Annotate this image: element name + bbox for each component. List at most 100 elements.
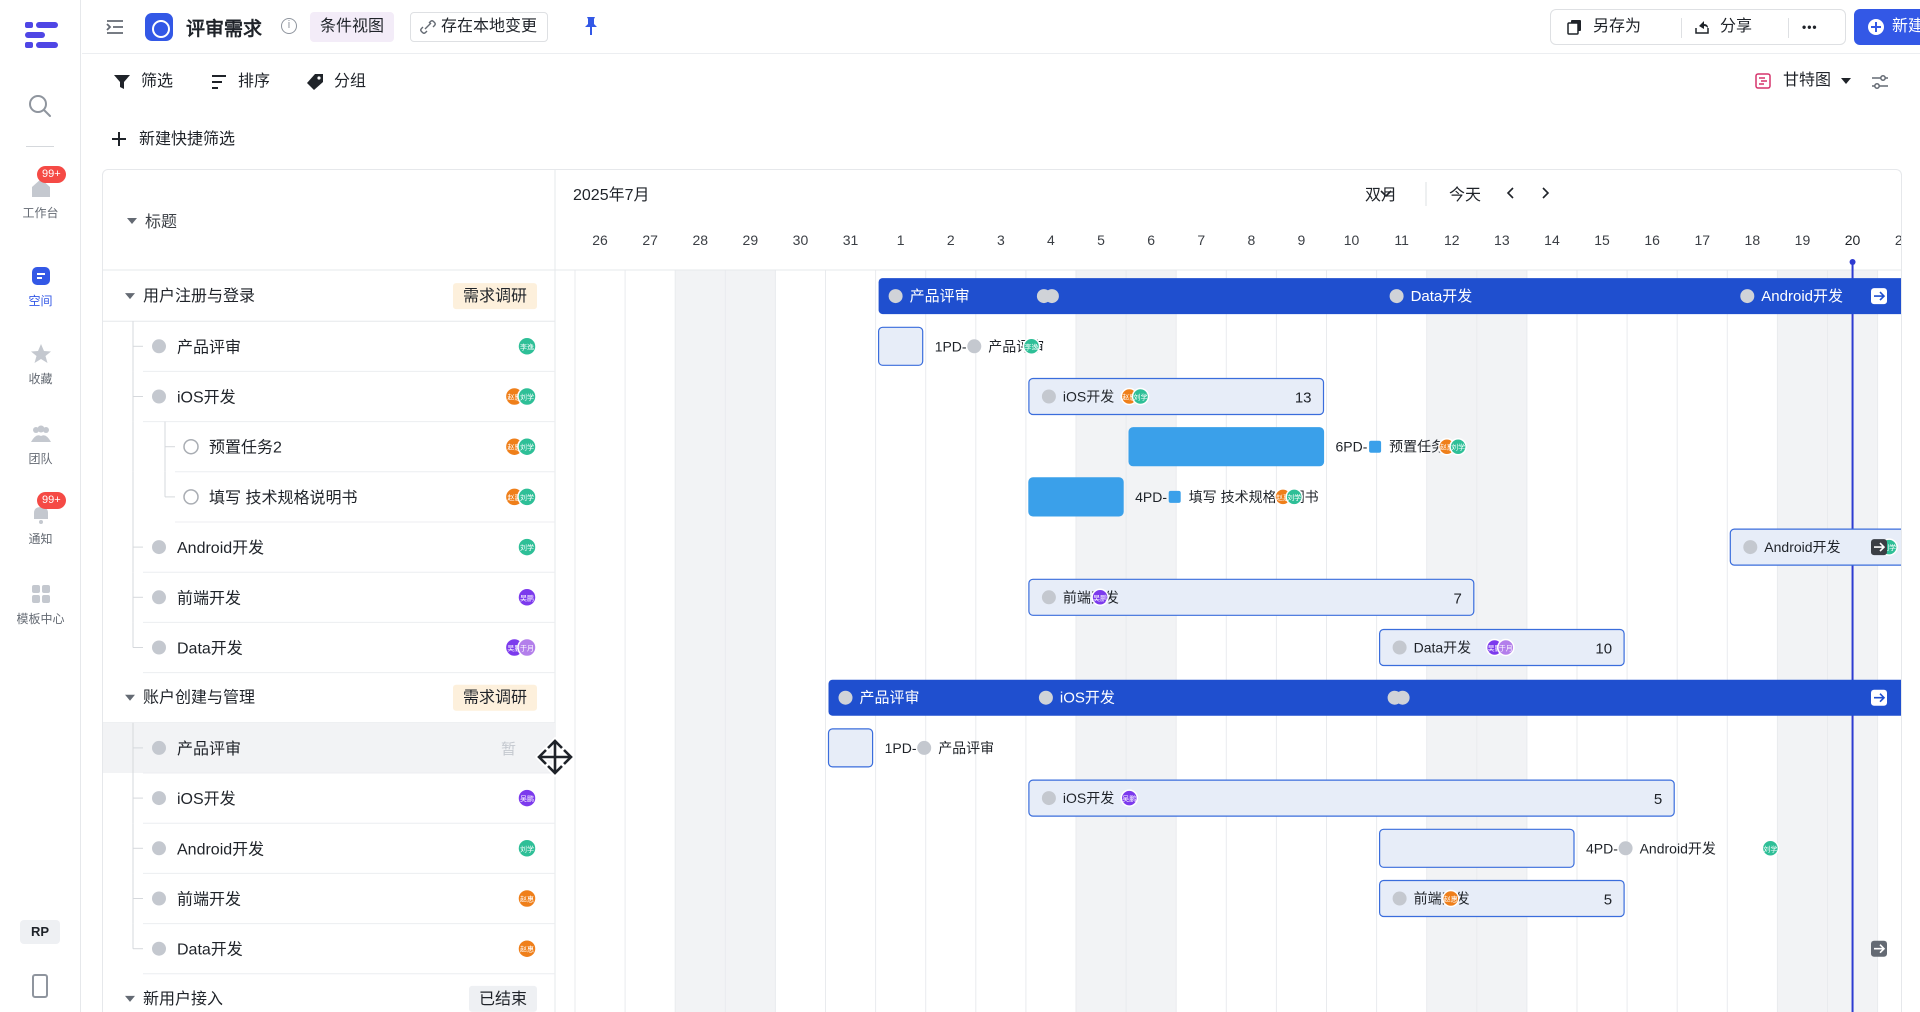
day-label: 2 xyxy=(947,232,955,248)
status-circle-icon[interactable] xyxy=(183,489,199,505)
status-circle-icon[interactable] xyxy=(152,740,166,755)
rail-item-team[interactable]: 团队 xyxy=(0,422,81,467)
notification-badge: 99+ xyxy=(37,166,66,183)
rail-item-label: 收藏 xyxy=(28,372,53,386)
status-circle-icon[interactable] xyxy=(152,891,166,906)
month-label: 2025年7月 xyxy=(573,186,650,204)
avatar-initials: 刘学 xyxy=(520,393,534,402)
status-circle-icon xyxy=(1044,289,1059,304)
task-bar[interactable] xyxy=(1128,427,1325,467)
day-label: 6 xyxy=(1147,232,1155,248)
mobile-icon[interactable] xyxy=(32,974,48,998)
day-label: 26 xyxy=(592,232,608,248)
chevron-right-icon[interactable] xyxy=(1542,187,1550,199)
sidebar-toggle-icon[interactable] xyxy=(105,17,125,37)
summary-bar[interactable] xyxy=(828,679,1903,716)
status-circle-icon[interactable] xyxy=(152,640,166,655)
status-circle-icon xyxy=(1618,841,1633,856)
status-circle-icon xyxy=(1041,791,1056,806)
avatar-initials: 吴鹏 xyxy=(520,794,534,803)
app-check-icon xyxy=(145,13,173,41)
caret-down-icon[interactable] xyxy=(125,293,135,300)
settings-sliders-icon[interactable] xyxy=(1870,72,1890,92)
rail-item-notifications[interactable]: 99+ 通知 xyxy=(0,492,81,547)
status-circle-icon[interactable] xyxy=(152,540,166,555)
more-button[interactable]: ••• xyxy=(1802,10,1818,44)
group-title: 新用户接入 xyxy=(143,990,223,1008)
chevron-left-icon[interactable] xyxy=(1506,187,1514,199)
action-divider xyxy=(1788,18,1789,38)
avatar-initials: 吴鹏 xyxy=(1093,593,1107,602)
status-badge-label: 已结束 xyxy=(479,990,527,1008)
task-bar[interactable] xyxy=(1028,477,1124,517)
caret-down-icon[interactable] xyxy=(125,694,135,701)
new-button[interactable]: 新建 xyxy=(1854,9,1920,45)
status-circle-icon xyxy=(917,740,932,755)
rail-item-templates[interactable]: 模板中心 xyxy=(0,582,81,627)
status-circle-icon[interactable] xyxy=(152,590,166,605)
rail-item-favorites[interactable]: 收藏 xyxy=(0,342,81,387)
scale-select[interactable]: 双月 xyxy=(1365,187,1397,204)
save-as-button[interactable]: 另存为 xyxy=(1567,10,1641,44)
filter-button[interactable]: 筛选 xyxy=(113,71,173,93)
plus-circle-icon xyxy=(1868,19,1884,35)
page-title: 评审需求 xyxy=(186,19,263,40)
rail-item-workbench[interactable]: 99+ 工作台 xyxy=(0,166,81,221)
day-label: 14 xyxy=(1544,232,1560,248)
task-count: 7 xyxy=(1453,590,1461,607)
status-circle-icon[interactable] xyxy=(152,791,166,806)
new-label: 新建 xyxy=(1892,18,1920,35)
link-icon xyxy=(420,20,436,34)
left-rail: 99+ 工作台 空间 收藏 团队 99+ 通知 模板中心 RP xyxy=(0,0,81,1012)
pin-icon[interactable] xyxy=(582,16,600,36)
avatar-initials: 李逸 xyxy=(520,342,534,351)
task-title: 前端开发 xyxy=(177,589,241,607)
task-title: 产品评审 xyxy=(177,338,241,356)
avatar-initials: 赵惠 xyxy=(1444,895,1458,904)
status-circle-icon[interactable] xyxy=(152,389,166,404)
task-title: 预置任务2 xyxy=(209,439,282,457)
avatar-initials: 刘学 xyxy=(520,443,534,452)
day-label: 18 xyxy=(1745,232,1761,248)
caret-down-icon[interactable] xyxy=(127,218,137,224)
caret-down-icon xyxy=(1841,78,1852,84)
copy-icon xyxy=(1567,20,1581,35)
search-icon[interactable] xyxy=(27,93,53,119)
user-avatar[interactable]: RP xyxy=(20,920,60,944)
avatar-initials: 赵惠 xyxy=(520,945,534,954)
title-column-header: 标题 xyxy=(145,213,177,231)
day-label: 5 xyxy=(1097,232,1105,248)
sort-button[interactable]: 排序 xyxy=(210,71,270,93)
caret-down-icon[interactable] xyxy=(125,995,135,1002)
info-icon[interactable]: i xyxy=(281,18,297,34)
status-circle-icon[interactable] xyxy=(152,941,166,956)
group-button[interactable]: 分组 xyxy=(306,71,366,93)
today-button[interactable]: 今天 xyxy=(1449,186,1481,204)
status-circle-icon[interactable] xyxy=(152,841,166,856)
action-group: 另存为 分享 ••• xyxy=(1550,9,1846,45)
grid-icon xyxy=(31,585,50,603)
quick-filter-label: 新建快捷筛选 xyxy=(139,131,236,148)
task-bar-label: iOS开发 xyxy=(1063,790,1114,806)
status-circle-icon[interactable] xyxy=(183,438,199,455)
task-bar[interactable] xyxy=(1378,828,1575,868)
view-chip[interactable]: 条件视图 xyxy=(310,12,395,42)
status-circle-icon xyxy=(1038,690,1053,705)
share-button[interactable]: 分享 xyxy=(1694,10,1752,44)
day-label: 13 xyxy=(1494,232,1510,248)
save-local-chip[interactable]: 存在本地变更 xyxy=(410,12,549,42)
day-label: 30 xyxy=(793,232,809,248)
task-bar[interactable] xyxy=(827,728,874,768)
status-circle-icon[interactable] xyxy=(152,339,166,354)
sort-label: 排序 xyxy=(238,73,271,90)
view-mode-select[interactable]: 甘特图 xyxy=(1755,69,1852,93)
task-bar[interactable] xyxy=(877,326,924,366)
status-square-icon xyxy=(1369,440,1382,453)
rail-item-label: 团队 xyxy=(28,452,53,466)
status-badge-label: 需求调研 xyxy=(463,287,527,305)
new-quick-filter-button[interactable]: 新建快捷筛选 xyxy=(111,129,235,151)
rail-item-space[interactable]: 空间 xyxy=(0,264,81,309)
row-hover-highlight xyxy=(103,722,555,773)
task-bar-label: Android开发 xyxy=(1640,840,1716,856)
app-logo-icon[interactable] xyxy=(25,22,59,48)
